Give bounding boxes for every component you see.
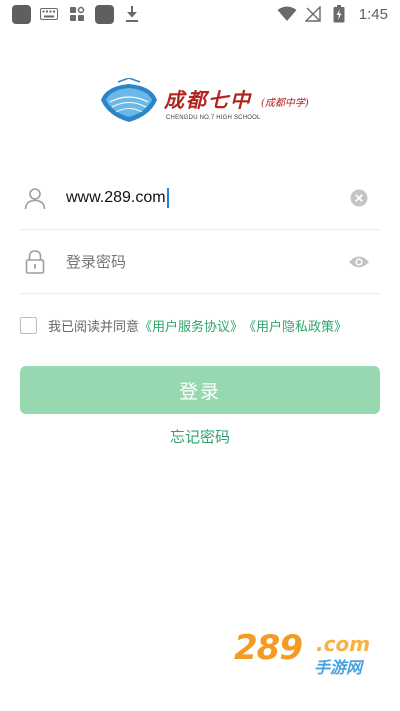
school-name-cn-sub: (成都中学) — [260, 98, 309, 109]
grid-icon — [67, 4, 87, 24]
keyboard-icon — [39, 4, 59, 24]
password-row — [20, 230, 380, 294]
terms-link[interactable]: 《用户服务协议》 — [139, 316, 243, 335]
privacy-link[interactable]: 《用户隐私政策》 — [243, 316, 347, 335]
status-bar-right: 1:45 — [277, 4, 388, 24]
login-button[interactable]: 登录 — [20, 366, 380, 414]
forgot-password-link[interactable]: 忘记密码 — [0, 426, 400, 447]
lock-icon — [20, 247, 50, 277]
app-icon — [95, 4, 114, 24]
username-row: www.289.com — [20, 166, 380, 230]
status-time: 1:45 — [358, 5, 388, 23]
status-bar: 1:45 — [0, 0, 400, 28]
agreement-row: 我已阅读并同意 《用户服务协议》 《用户隐私政策》 — [20, 314, 380, 336]
status-bar-left — [12, 4, 142, 24]
eye-icon[interactable] — [346, 249, 372, 275]
watermark-number: 289 — [234, 628, 303, 668]
school-emblem-icon — [101, 78, 157, 122]
username-value: www.289.com — [66, 188, 166, 206]
download-icon — [122, 4, 142, 24]
wifi-icon — [277, 4, 297, 24]
text-cursor — [166, 187, 169, 208]
no-signal-icon — [303, 4, 323, 24]
school-name-cn: 成都七中 (成都中学) — [164, 84, 309, 113]
login-button-label: 登录 — [178, 380, 221, 403]
watermark-logo: 289 .com 手游网 — [234, 628, 384, 680]
school-name-en: CHENGDU NO.7 HIGH SCHOOL — [166, 115, 261, 121]
agreement-prefix: 我已阅读并同意 — [48, 319, 140, 335]
clear-icon[interactable] — [346, 185, 372, 211]
password-field[interactable] — [66, 241, 346, 282]
battery-icon — [329, 4, 349, 24]
school-logo: 成都七中 (成都中学) CHENGDU NO.7 HIGH SCHOOL — [98, 78, 309, 128]
watermark-text: 手游网 — [314, 658, 363, 677]
app-icon — [12, 4, 31, 24]
watermark-domain: .com — [316, 632, 371, 656]
username-field[interactable]: www.289.com — [66, 178, 346, 218]
school-name-cn-main: 成都七中 — [164, 88, 252, 112]
agreement-checkbox[interactable] — [20, 316, 37, 334]
user-icon — [20, 183, 50, 213]
forgot-password-label: 忘记密码 — [169, 428, 230, 446]
